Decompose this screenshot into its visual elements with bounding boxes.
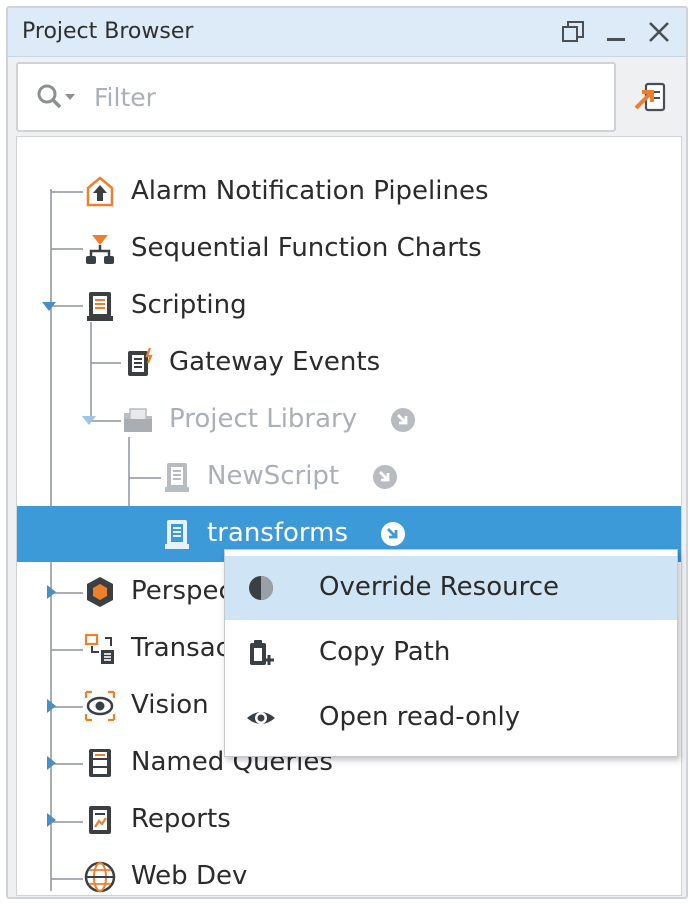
- alarm-pipeline-icon: [86, 176, 114, 207]
- tree-item-label: Project Library: [169, 404, 358, 434]
- sfc-icon: [86, 235, 114, 264]
- inherited-icon: [381, 522, 405, 546]
- tree-item-label: Reports: [131, 804, 231, 834]
- minimize-icon[interactable]: [604, 19, 630, 45]
- tree-item-label: Web Dev: [131, 861, 248, 891]
- web-dev-icon: [84, 861, 116, 893]
- tree-item-label: Scripting: [131, 290, 247, 320]
- expand-arrow-icon[interactable]: [43, 812, 59, 828]
- transaction-icon: [84, 633, 114, 664]
- filter-box[interactable]: [16, 62, 616, 132]
- panel-title: Project Browser: [22, 19, 194, 44]
- script-icon: [165, 520, 189, 549]
- inherited-icon: [373, 465, 397, 489]
- expand-arrow-icon[interactable]: [43, 698, 59, 714]
- vision-icon: [84, 690, 116, 722]
- link-with-editor-icon[interactable]: [626, 70, 674, 126]
- tree-item-label: NewScript: [207, 461, 340, 491]
- tree-item-alarm-notification-pipelines[interactable]: Alarm Notification Pipelines: [17, 164, 681, 220]
- panel-titlebar: Project Browser: [8, 8, 686, 57]
- collapse-arrow-icon[interactable]: [41, 298, 57, 314]
- perspective-icon: [87, 577, 113, 607]
- eye-icon: [247, 712, 275, 724]
- restore-icon[interactable]: [560, 19, 586, 45]
- inherited-icon: [391, 408, 415, 432]
- search-icon[interactable]: [36, 83, 80, 111]
- menu-item-label: Open read-only: [319, 702, 521, 732]
- tree-item-label: transforms: [207, 518, 349, 548]
- menu-item-open-read-only[interactable]: Open read-only: [225, 686, 677, 750]
- menu-item-copy-path[interactable]: Copy Path: [225, 621, 677, 685]
- reports-icon: [89, 806, 111, 834]
- tree-item-newscript[interactable]: NewScript: [17, 449, 681, 505]
- script-icon: [165, 463, 189, 492]
- tree-item-gateway-events[interactable]: Gateway Events: [17, 335, 681, 391]
- filter-input[interactable]: [92, 78, 596, 116]
- context-menu: Override Resource Copy Path Open read-on…: [224, 549, 678, 757]
- tree-item-reports[interactable]: Reports: [17, 792, 681, 848]
- menu-item-label: Override Resource: [319, 572, 559, 602]
- tree-item-label: Sequential Function Charts: [131, 233, 482, 263]
- tree-item-label: Alarm Notification Pipelines: [131, 176, 489, 206]
- menu-item-override-resource[interactable]: Override Resource: [225, 556, 677, 620]
- close-icon[interactable]: [646, 19, 672, 45]
- tree-item-sequential-function-charts[interactable]: Sequential Function Charts: [17, 221, 681, 277]
- tree-item-scripting[interactable]: Scripting: [17, 278, 681, 334]
- collapse-arrow-icon[interactable]: [81, 412, 97, 428]
- tree-item-web-dev[interactable]: Web Dev: [17, 849, 681, 895]
- scripting-icon: [87, 292, 113, 321]
- tree-item-project-library[interactable]: Project Library: [17, 392, 681, 448]
- expand-arrow-icon[interactable]: [43, 755, 59, 771]
- tree-item-label: Vision: [131, 690, 209, 720]
- folder-icon: [124, 408, 152, 432]
- named-queries-icon: [89, 749, 111, 777]
- tree-item-label: Gateway Events: [169, 347, 381, 377]
- project-browser-panel: Project Browser Filter Alarm Notificatio…: [6, 6, 688, 899]
- override-icon: [249, 576, 273, 600]
- copy-path-icon: [250, 640, 274, 665]
- project-tree[interactable]: Alarm Notification Pipelines Sequential …: [16, 136, 682, 896]
- menu-item-label: Copy Path: [319, 637, 451, 667]
- gateway-events-icon: [128, 347, 153, 376]
- expand-arrow-icon[interactable]: [43, 584, 59, 600]
